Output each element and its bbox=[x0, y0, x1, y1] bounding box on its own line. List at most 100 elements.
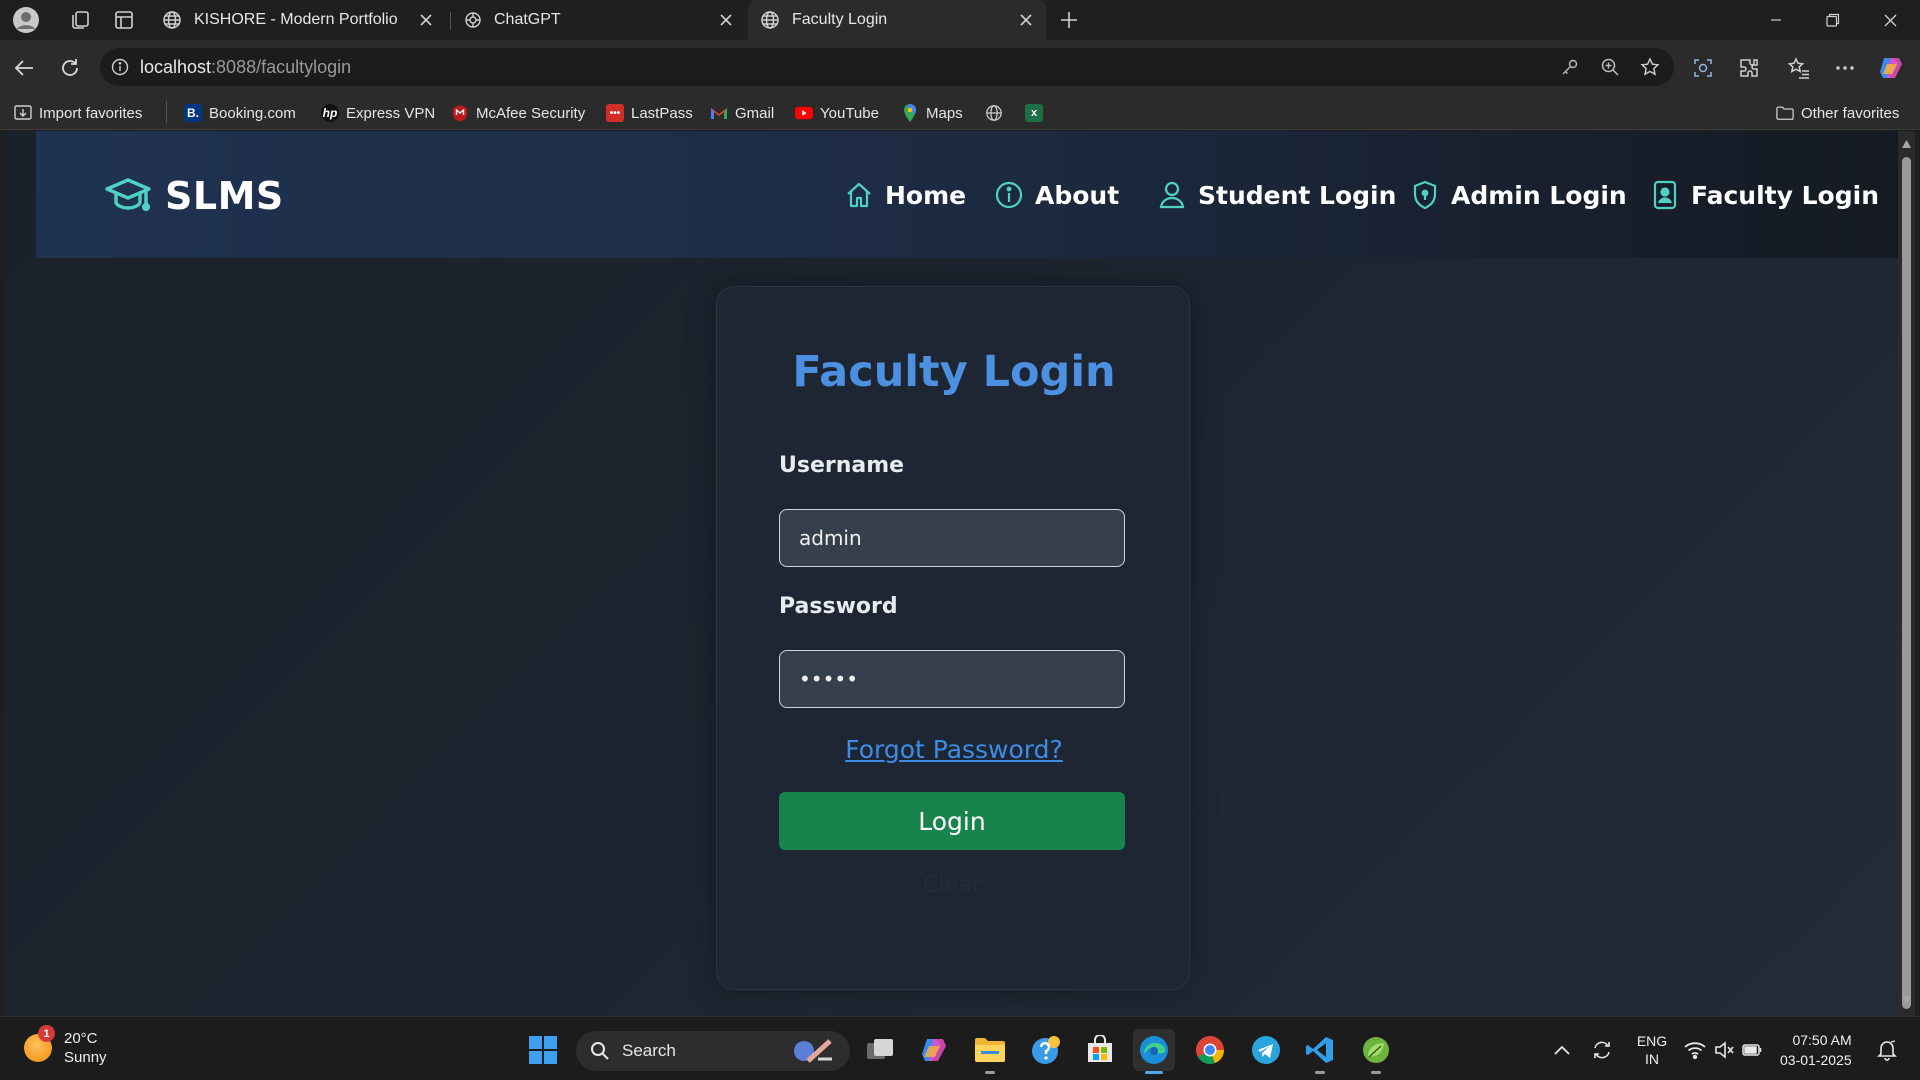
bookmark-youtube[interactable]: YouTube bbox=[795, 101, 879, 125]
page-scrollbar[interactable] bbox=[1898, 131, 1915, 1016]
language-indicator[interactable]: ENG IN bbox=[1632, 1031, 1672, 1069]
mcafee-icon bbox=[451, 104, 469, 122]
bookmark-label: Maps bbox=[926, 104, 963, 122]
favorites-bar: Import favorites B. Booking.com hp Expre… bbox=[0, 95, 1920, 130]
new-tab-button[interactable] bbox=[1054, 6, 1084, 34]
scroll-down-icon[interactable] bbox=[1901, 995, 1912, 1005]
zoom-icon[interactable] bbox=[1598, 55, 1622, 79]
user-icon bbox=[1157, 180, 1187, 210]
scroll-up-icon[interactable] bbox=[1901, 139, 1912, 149]
more-menu-icon[interactable] bbox=[1828, 51, 1862, 85]
copilot-app[interactable] bbox=[913, 1029, 955, 1071]
login-button[interactable]: Login bbox=[779, 792, 1125, 850]
network-volume-battery[interactable] bbox=[1684, 1031, 1762, 1069]
chevron-up-icon bbox=[1554, 1045, 1570, 1055]
close-window-button[interactable] bbox=[1862, 0, 1918, 40]
file-explorer-app[interactable] bbox=[969, 1029, 1011, 1074]
password-field[interactable] bbox=[779, 650, 1125, 708]
clock-date: 03-01-2025 bbox=[1780, 1052, 1852, 1068]
nav-label: Faculty Login bbox=[1691, 180, 1879, 210]
restore-button[interactable] bbox=[1805, 0, 1861, 40]
bookmark-label: Booking.com bbox=[209, 104, 296, 122]
favorite-star-icon[interactable] bbox=[1638, 55, 1662, 79]
bookmark-other-favorites[interactable]: Other favorites bbox=[1776, 101, 1899, 125]
show-hidden-icons[interactable] bbox=[1550, 1031, 1574, 1069]
globe-icon bbox=[761, 11, 779, 29]
tab-title: Faculty Login bbox=[792, 11, 888, 28]
nav-admin-login[interactable]: Admin Login bbox=[1410, 175, 1627, 215]
microsoft-store-app[interactable] bbox=[1079, 1029, 1121, 1071]
lastpass-icon: ••• bbox=[606, 104, 624, 122]
bookmark-gmail[interactable]: Gmail bbox=[710, 101, 774, 125]
sync-tray-icon[interactable] bbox=[1588, 1031, 1616, 1069]
vscode-app[interactable] bbox=[1299, 1029, 1341, 1074]
shield-icon bbox=[1410, 180, 1440, 210]
address-bar[interactable]: localhost:8088/facultylogin bbox=[100, 48, 1674, 86]
import-icon bbox=[14, 104, 32, 122]
bookmark-maps[interactable]: Maps bbox=[901, 101, 963, 125]
globe-icon bbox=[163, 11, 181, 29]
nav-label: About bbox=[1035, 180, 1120, 210]
spring-tool-app[interactable] bbox=[1355, 1029, 1397, 1074]
copilot-icon[interactable] bbox=[1874, 51, 1908, 85]
close-tab-icon[interactable] bbox=[416, 10, 436, 30]
bookmark-globe[interactable] bbox=[985, 101, 1010, 125]
assistant-app[interactable] bbox=[1025, 1029, 1067, 1071]
battery-icon bbox=[1742, 1044, 1762, 1056]
favorites-list-icon[interactable] bbox=[1782, 51, 1816, 85]
back-button[interactable] bbox=[6, 51, 42, 85]
password-key-icon[interactable] bbox=[1558, 55, 1582, 79]
minimize-button[interactable] bbox=[1748, 0, 1804, 40]
clear-button[interactable]: Clear bbox=[779, 865, 1125, 905]
site-logo[interactable]: SLMS bbox=[105, 174, 284, 218]
workspaces-icon[interactable] bbox=[64, 4, 96, 36]
url-host: localhost bbox=[140, 57, 212, 77]
taskbar-search[interactable]: Search bbox=[576, 1031, 850, 1071]
bookmark-express-vpn[interactable]: hp Express VPN bbox=[321, 101, 435, 125]
start-button[interactable] bbox=[522, 1029, 564, 1071]
close-tab-icon[interactable] bbox=[1016, 10, 1036, 30]
nav-label: Home bbox=[885, 180, 967, 210]
bookmark-booking[interactable]: B. Booking.com bbox=[184, 101, 296, 125]
home-icon bbox=[844, 180, 874, 210]
url-text[interactable]: localhost:8088/facultylogin bbox=[140, 57, 351, 78]
close-tab-icon[interactable] bbox=[716, 10, 736, 30]
hp-icon: hp bbox=[321, 104, 339, 122]
nav-label: Admin Login bbox=[1451, 180, 1627, 210]
tab-chatgpt[interactable]: ChatGPT bbox=[452, 0, 746, 40]
nav-student-login[interactable]: Student Login bbox=[1157, 175, 1396, 215]
reload-button[interactable] bbox=[52, 51, 88, 85]
graduation-cap-icon bbox=[105, 176, 151, 216]
site-info-icon[interactable] bbox=[108, 55, 132, 79]
taskbar-clock[interactable]: 07:50 AM 03-01-2025 bbox=[1780, 1030, 1852, 1070]
running-indicator bbox=[1315, 1071, 1325, 1074]
globe-icon bbox=[985, 104, 1003, 122]
telegram-app[interactable] bbox=[1245, 1029, 1287, 1071]
bookmark-mcafee[interactable]: McAfee Security bbox=[451, 101, 585, 125]
bookmark-label: Gmail bbox=[735, 104, 775, 122]
bookmark-label: Import favorites bbox=[39, 104, 143, 122]
vertical-tabs-icon[interactable] bbox=[108, 4, 140, 36]
tab-portfolio[interactable]: KISHORE - Modern Portfolio bbox=[150, 0, 446, 40]
bookmark-excel[interactable]: x bbox=[1025, 101, 1050, 125]
forgot-password-link[interactable]: Forgot Password? bbox=[717, 735, 1191, 764]
windows-icon bbox=[529, 1036, 557, 1064]
task-view-button[interactable] bbox=[859, 1029, 901, 1071]
bookmark-import-favorites[interactable]: Import favorites bbox=[14, 101, 142, 125]
bookmark-lastpass[interactable]: ••• LastPass bbox=[606, 101, 693, 125]
running-indicator bbox=[985, 1071, 995, 1074]
notifications-button[interactable] bbox=[1872, 1031, 1902, 1069]
bookmark-divider bbox=[166, 101, 167, 123]
tab-faculty-login[interactable]: Faculty Login bbox=[748, 0, 1046, 40]
edge-app[interactable] bbox=[1133, 1029, 1175, 1074]
profile-icon[interactable] bbox=[10, 4, 42, 36]
nav-home[interactable]: Home bbox=[844, 175, 966, 215]
username-field[interactable] bbox=[779, 509, 1125, 567]
extensions-icon[interactable] bbox=[1732, 51, 1766, 85]
nav-about[interactable]: About bbox=[994, 175, 1119, 215]
scrollbar-thumb[interactable] bbox=[1902, 157, 1911, 1009]
screenshot-icon[interactable] bbox=[1686, 51, 1720, 85]
weather-widget[interactable]: 1 20°C Sunny bbox=[24, 1025, 107, 1067]
chrome-app[interactable] bbox=[1189, 1029, 1231, 1071]
nav-faculty-login[interactable]: Faculty Login bbox=[1650, 175, 1879, 215]
